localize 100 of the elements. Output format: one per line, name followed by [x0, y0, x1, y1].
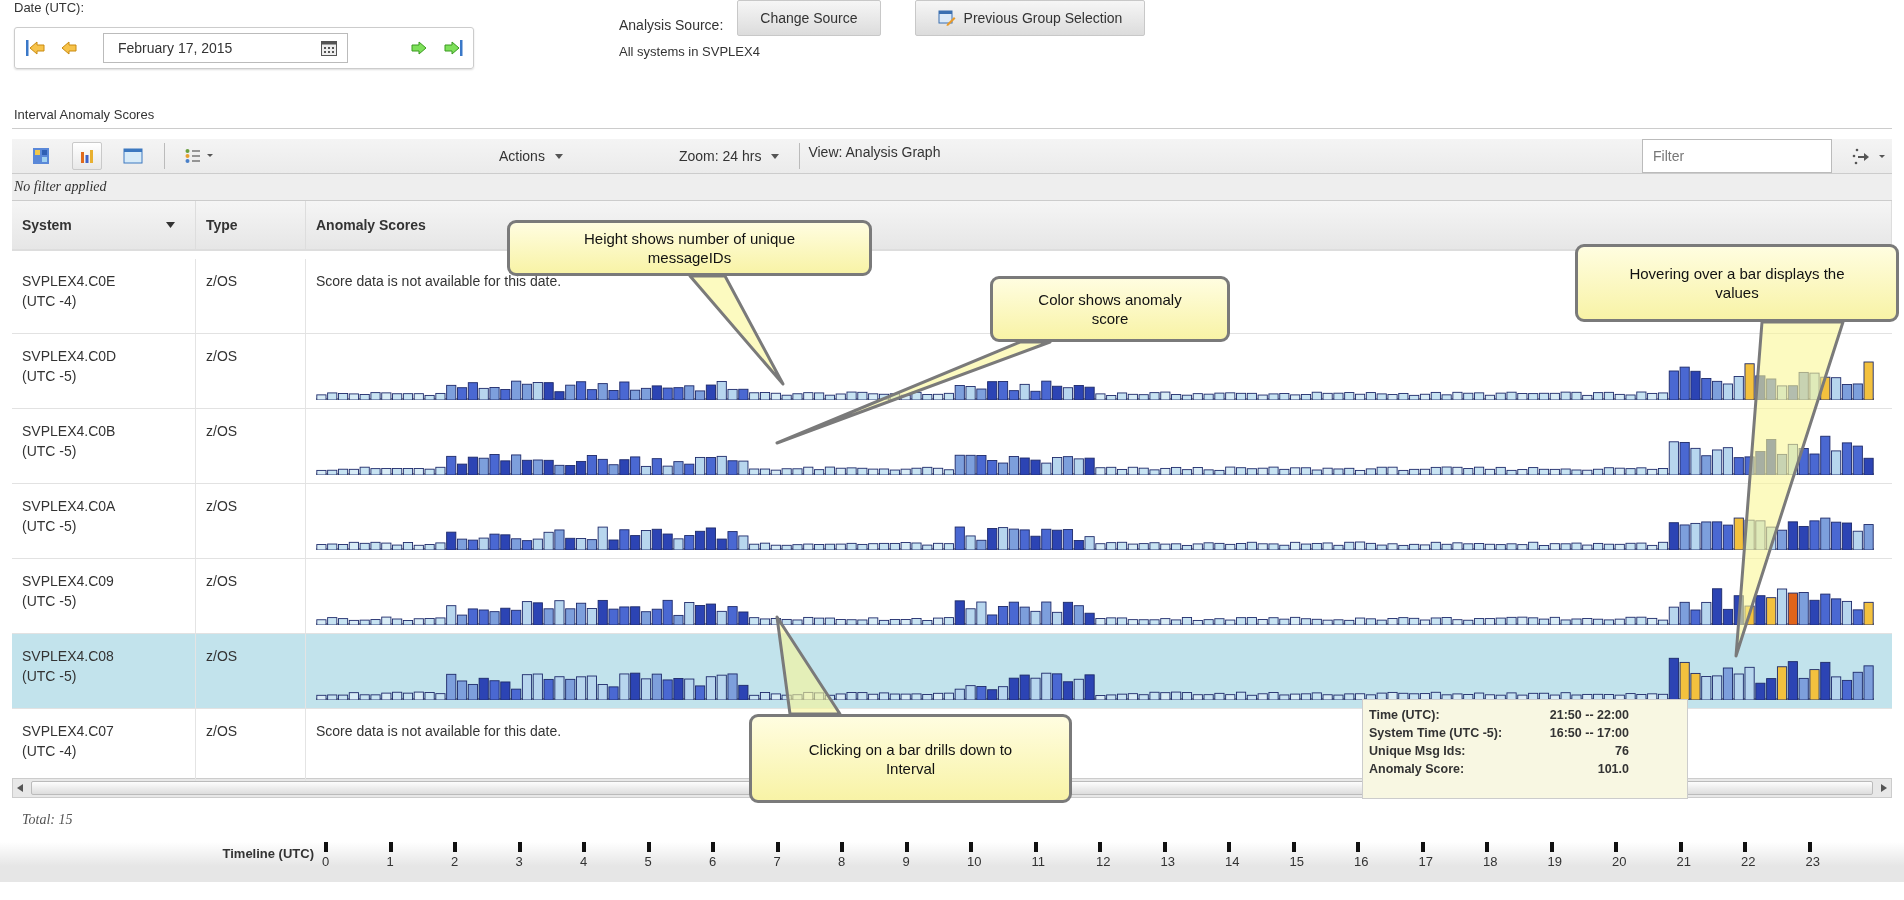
first-day-button[interactable] — [23, 38, 47, 58]
utc-offset: (UTC -5) — [22, 592, 77, 611]
callout: Hovering over a bar displays the values — [1575, 244, 1899, 322]
right-arrow-icon — [410, 39, 428, 57]
tick-mark — [1807, 842, 1812, 852]
list-options-button[interactable] — [185, 148, 215, 164]
tick-label: 15 — [1289, 854, 1304, 869]
source-description: All systems in SVPLEX4 — [619, 44, 761, 59]
column-header[interactable]: Type — [196, 201, 306, 249]
previous-group-selection-button[interactable]: Previous Group Selection — [914, 0, 1146, 36]
apply-filter-button[interactable] — [1852, 147, 1888, 165]
tick-label: 20 — [1612, 854, 1627, 869]
table-icon — [123, 148, 143, 164]
system-type: z/OS — [206, 497, 238, 516]
tick-mark — [1678, 842, 1683, 852]
tick-label: 6 — [709, 854, 717, 869]
tooltip-label: Time (UTC): — [1369, 708, 1441, 722]
calendar-icon[interactable] — [321, 40, 337, 56]
table-row[interactable]: SVPLEX4.C08 (UTC -5) z/OS — [12, 634, 1892, 709]
system-type: z/OS — [206, 647, 238, 666]
timeline-label: Timeline (UTC) — [221, 846, 315, 861]
tick-mark — [646, 842, 651, 852]
filter-field[interactable]: Filter — [1642, 139, 1832, 173]
scroll-left-icon[interactable] — [17, 784, 23, 792]
heatmap-icon — [32, 147, 50, 165]
tick-mark — [775, 842, 780, 852]
utc-offset: (UTC -4) — [22, 292, 77, 311]
tooltip-label: Unique Msg Ids: — [1369, 744, 1467, 758]
date-label: Date (UTC): — [14, 0, 85, 15]
tick-mark — [1227, 842, 1231, 852]
sort-caret-icon — [166, 222, 175, 228]
callout: Clicking on a bar drills down to Interval — [749, 714, 1072, 803]
tick-mark — [1291, 842, 1296, 852]
system-name: SVPLEX4.C0B — [22, 422, 116, 441]
caret-icon — [554, 153, 563, 159]
utc-offset: (UTC -5) — [22, 667, 77, 686]
tick-mark — [517, 842, 522, 852]
tick-mark — [1614, 842, 1618, 852]
tick-label: 1 — [386, 854, 394, 869]
table-row[interactable]: SVPLEX4.C0B (UTC -5) z/OS — [12, 409, 1892, 484]
change-source-button[interactable]: Change Source — [737, 0, 881, 36]
tick-mark — [1743, 842, 1747, 852]
filter-status: No filter applied — [14, 179, 107, 195]
tick-mark — [1549, 842, 1554, 852]
date-field[interactable]: February 17, 2015 — [103, 33, 348, 63]
analysis-source-label: Analysis Source: — [619, 16, 724, 33]
tick-label: 7 — [773, 854, 781, 869]
table-row[interactable]: SVPLEX4.C0A (UTC -5) z/OS — [12, 484, 1892, 559]
tick-mark — [1033, 842, 1038, 852]
system-name: SVPLEX4.C09 — [22, 572, 114, 591]
tick-label: 11 — [1031, 854, 1045, 869]
scroll-right-icon[interactable] — [1881, 784, 1887, 792]
tick-mark — [1098, 842, 1102, 852]
tick-label: 9 — [902, 854, 910, 869]
callout: Color shows anomaly score — [990, 276, 1230, 342]
table-row[interactable]: SVPLEX4.C0D (UTC -5) z/OS — [12, 334, 1892, 409]
tooltip-label: System Time (UTC -5): — [1369, 726, 1504, 740]
tick-label: 18 — [1483, 854, 1498, 869]
tooltip-value: 16:50 -- 17:00 — [1548, 726, 1629, 740]
tick-label: 10 — [967, 854, 982, 869]
tick-label: 12 — [1096, 854, 1111, 869]
tick-mark — [1420, 842, 1425, 852]
utc-offset: (UTC -5) — [22, 442, 77, 461]
tick-label: 13 — [1160, 854, 1175, 869]
tick-mark — [582, 842, 586, 852]
system-type: z/OS — [206, 422, 238, 441]
utc-offset: (UTC -4) — [22, 742, 77, 761]
table-row[interactable]: SVPLEX4.C09 (UTC -5) z/OS — [12, 559, 1892, 634]
tick-label: 3 — [515, 854, 523, 869]
first-arrow-icon — [25, 39, 45, 57]
table-pencil-icon — [937, 10, 956, 26]
view-label: View: Analysis Graph — [808, 144, 941, 160]
tick-mark — [1485, 842, 1489, 852]
column-header[interactable]: System — [12, 201, 196, 249]
tick-label: 0 — [322, 854, 330, 869]
tick-label: 21 — [1676, 854, 1691, 869]
tick-label: 19 — [1547, 854, 1562, 869]
zoom-menu[interactable]: Zoom: 24 hrs — [678, 148, 780, 164]
system-type: z/OS — [206, 347, 238, 366]
system-name: SVPLEX4.C0E — [22, 272, 116, 291]
tooltip-value: 101.0 — [1596, 762, 1629, 776]
view-toggle[interactable] — [72, 142, 102, 170]
callout: Height shows number of unique messageIDs — [507, 220, 872, 276]
system-name: SVPLEX4.C08 — [22, 647, 114, 666]
tick-label: 8 — [838, 854, 846, 869]
tick-label: 22 — [1741, 854, 1756, 869]
last-arrow-icon — [443, 39, 463, 57]
tick-mark — [904, 842, 909, 852]
actions-menu[interactable]: Actions — [499, 148, 563, 164]
total-count: Total: 15 — [22, 812, 73, 828]
system-type: z/OS — [206, 272, 238, 291]
tick-mark — [711, 842, 715, 852]
tick-label: 16 — [1354, 854, 1369, 869]
system-name: SVPLEX4.C0D — [22, 347, 117, 366]
system-name: SVPLEX4.C0A — [22, 497, 116, 516]
system-type: z/OS — [206, 572, 238, 591]
last-day-button[interactable] — [441, 38, 465, 58]
tick-mark — [388, 842, 393, 852]
tick-mark — [453, 842, 457, 852]
tick-label: 14 — [1225, 854, 1240, 869]
